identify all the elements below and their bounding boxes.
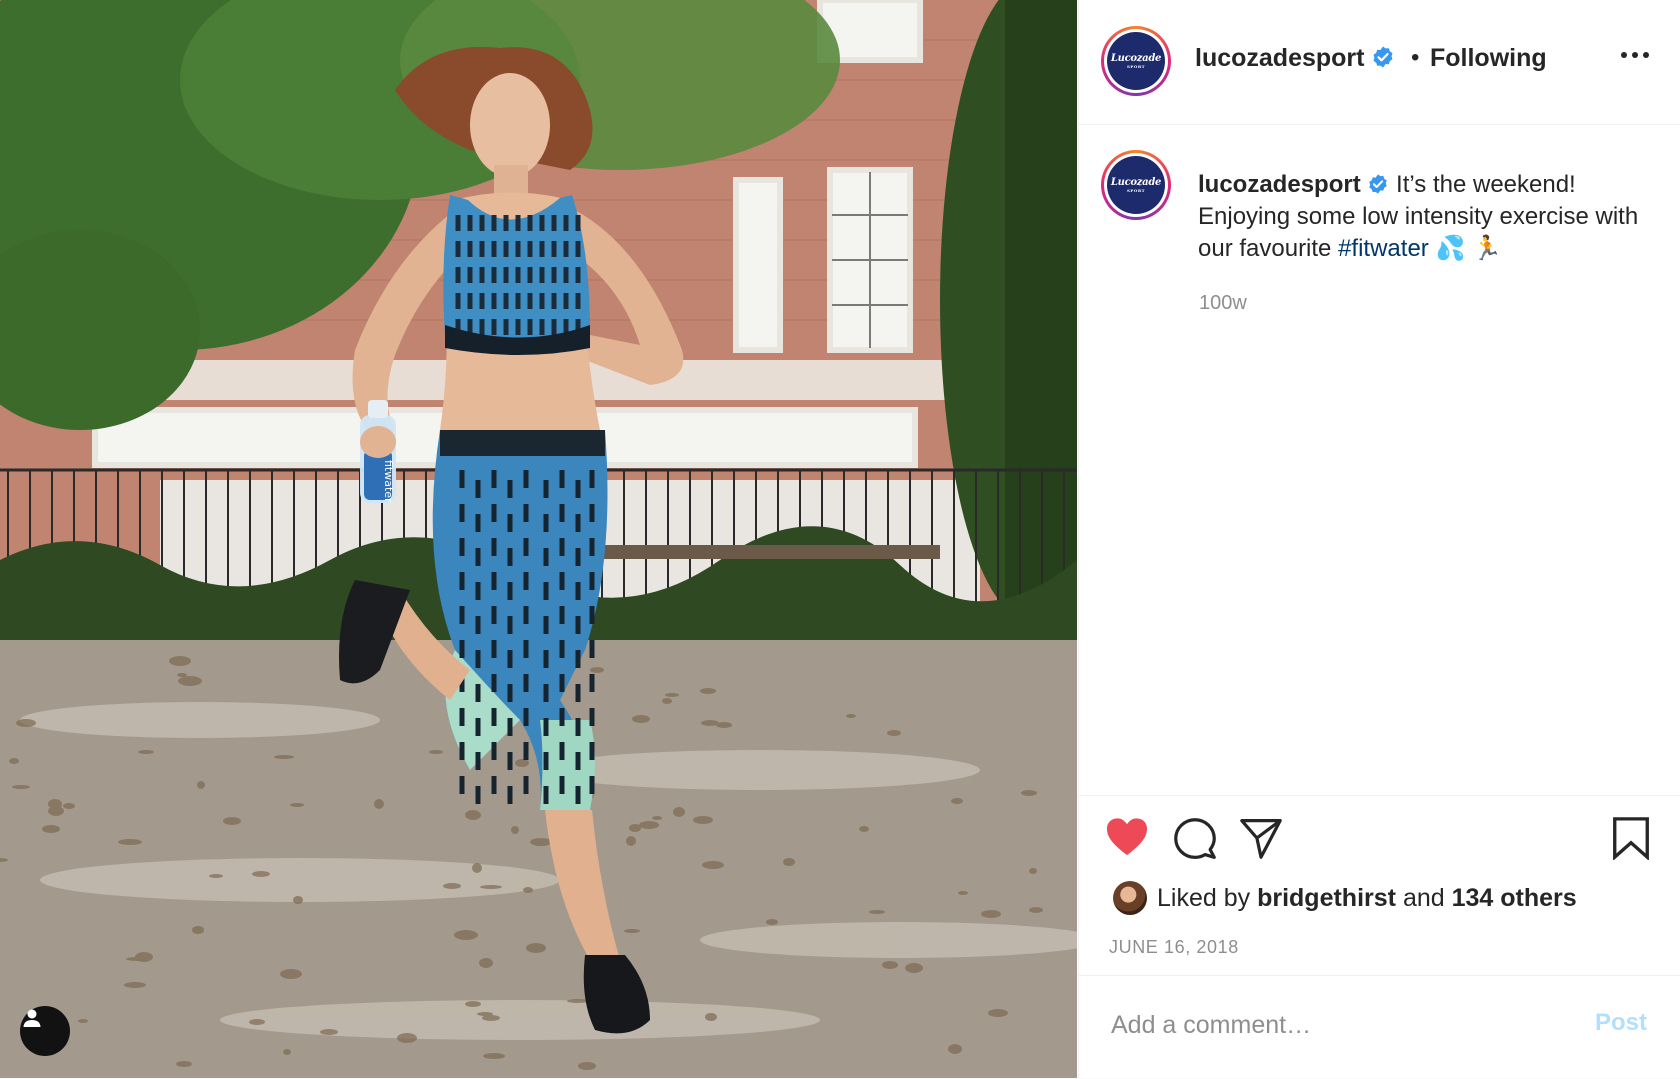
- lucozade-logo: Lucozade SPORT: [1107, 156, 1165, 214]
- post-header: Lucozade SPORT lucozadesport • Following: [1079, 0, 1680, 125]
- comment-icon[interactable]: [1173, 817, 1217, 861]
- photo-illustration: fitwater: [0, 0, 1077, 1078]
- caption-text: lucozadesport It’s the weekend! Enjoying…: [1198, 169, 1658, 265]
- bookmark-icon[interactable]: [1611, 816, 1651, 860]
- more-options-icon[interactable]: [1621, 52, 1649, 58]
- verified-badge-icon: [1373, 46, 1393, 68]
- comment-bar: Post: [1079, 975, 1680, 1079]
- bottle-label: fitwater: [382, 460, 395, 503]
- separator-dot: •: [1411, 44, 1420, 71]
- post-date[interactable]: JUNE 16, 2018: [1109, 937, 1239, 958]
- header-username[interactable]: lucozadesport: [1195, 44, 1395, 73]
- post-photo[interactable]: fitwater: [0, 0, 1077, 1078]
- user-tag-icon: [23, 1009, 41, 1027]
- following-button[interactable]: Following: [1430, 44, 1547, 73]
- verified-badge-icon: [1369, 174, 1388, 194]
- tagged-users-button[interactable]: [20, 1006, 70, 1056]
- post-side-panel: Lucozade SPORT lucozadesport • Following: [1078, 0, 1680, 1078]
- likes-summary: Liked by bridgethirst and 134 others: [1113, 881, 1577, 915]
- instagram-post: fitwater Lucozade SPORT lucozadesport • …: [0, 0, 1680, 1078]
- caption-username[interactable]: lucozadesport: [1198, 171, 1361, 198]
- comment-input[interactable]: [1109, 1004, 1573, 1046]
- heart-icon[interactable]: [1105, 817, 1149, 857]
- caption-avatar[interactable]: Lucozade SPORT: [1101, 150, 1171, 220]
- post-actions: Liked by bridgethirst and 134 others JUN…: [1079, 795, 1680, 976]
- account-avatar[interactable]: Lucozade SPORT: [1101, 26, 1171, 96]
- send-icon[interactable]: [1239, 817, 1283, 859]
- caption-emoji: 💦 🏃: [1435, 235, 1502, 262]
- post-comment-button[interactable]: Post: [1595, 1009, 1647, 1037]
- lucozade-logo: Lucozade SPORT: [1107, 32, 1165, 90]
- hashtag-link[interactable]: #fitwater: [1338, 235, 1429, 262]
- liker-username[interactable]: bridgethirst: [1257, 884, 1396, 913]
- caption-timestamp[interactable]: 100w: [1199, 292, 1247, 315]
- likes-others-link[interactable]: 134 others: [1452, 884, 1577, 913]
- liker-avatar[interactable]: [1113, 881, 1147, 915]
